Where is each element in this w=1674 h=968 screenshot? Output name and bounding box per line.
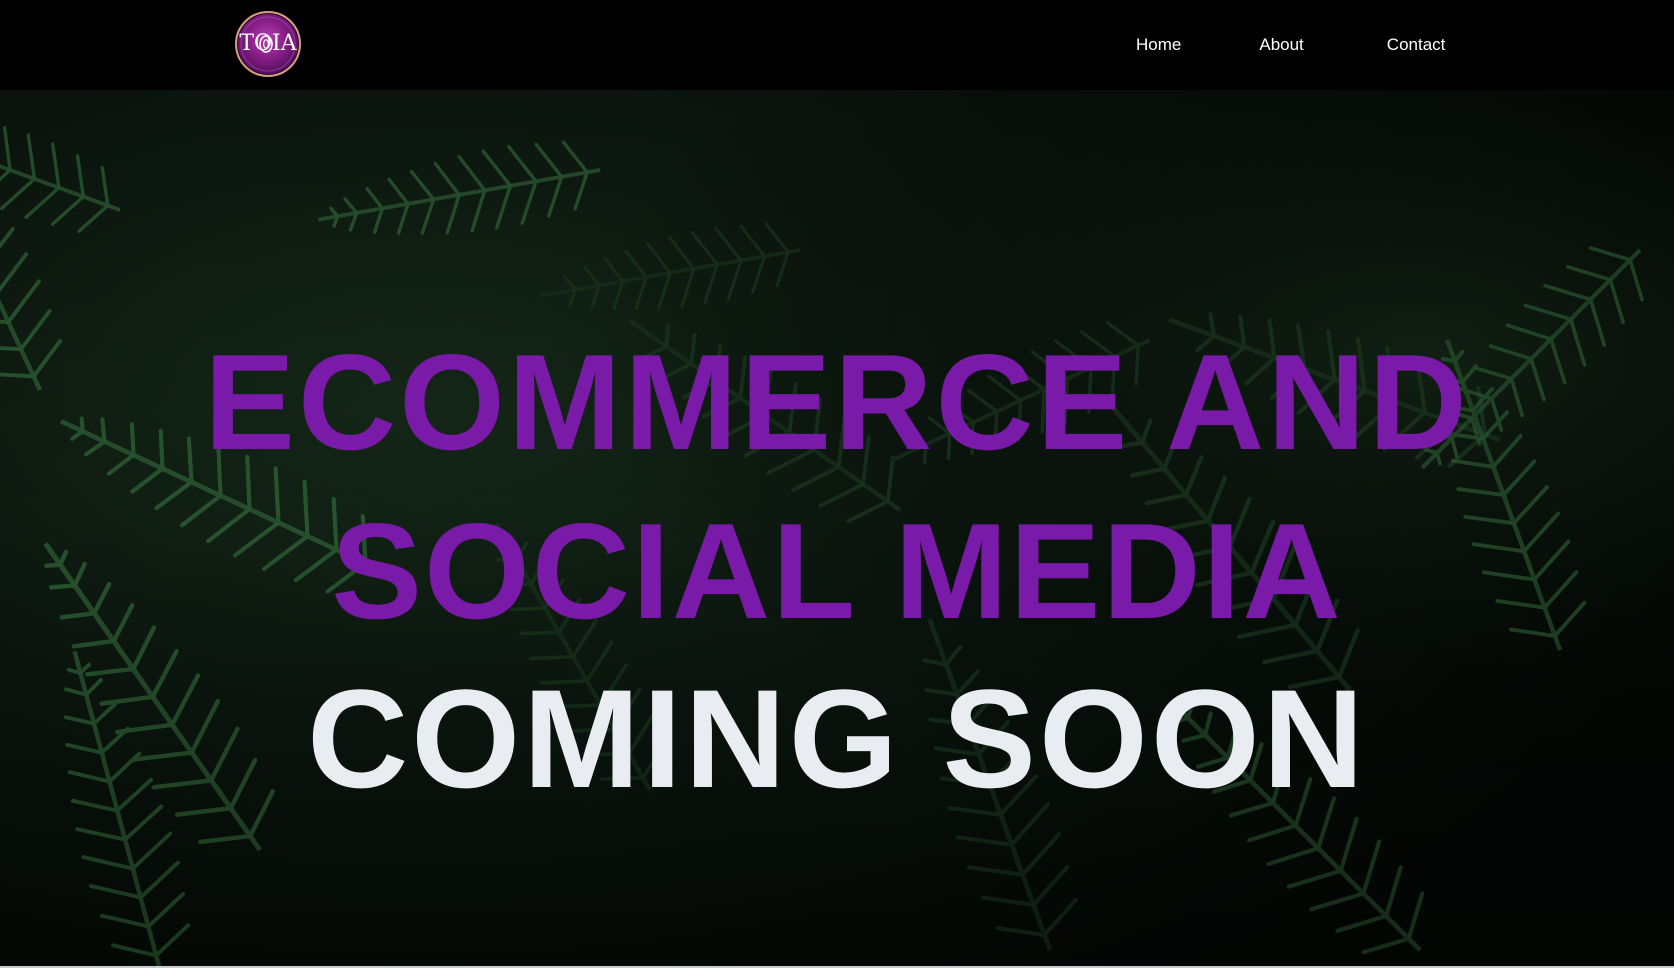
- logo-text: TOIA: [239, 31, 297, 56]
- site-header: TOIA Home About Contact: [0, 0, 1674, 90]
- hero-section: ECOMMERCE AND SOCIAL MEDIA COMING SOON: [0, 90, 1674, 968]
- nav-link-about[interactable]: About: [1253, 31, 1309, 59]
- main-nav: Home About Contact: [1110, 0, 1451, 90]
- coming-soon-page: TOIA Home About Contact ECOMMERCE AND SO…: [0, 0, 1674, 968]
- coming-soon-heading: COMING SOON: [307, 660, 1367, 817]
- hero-headline-line1: ECOMMERCE AND: [204, 326, 1470, 478]
- nav-link-contact[interactable]: Contact: [1381, 31, 1452, 59]
- site-logo[interactable]: TOIA: [235, 11, 301, 77]
- nav-link-home[interactable]: Home: [1130, 31, 1187, 59]
- hero-headline-line2: SOCIAL MEDIA: [331, 495, 1343, 647]
